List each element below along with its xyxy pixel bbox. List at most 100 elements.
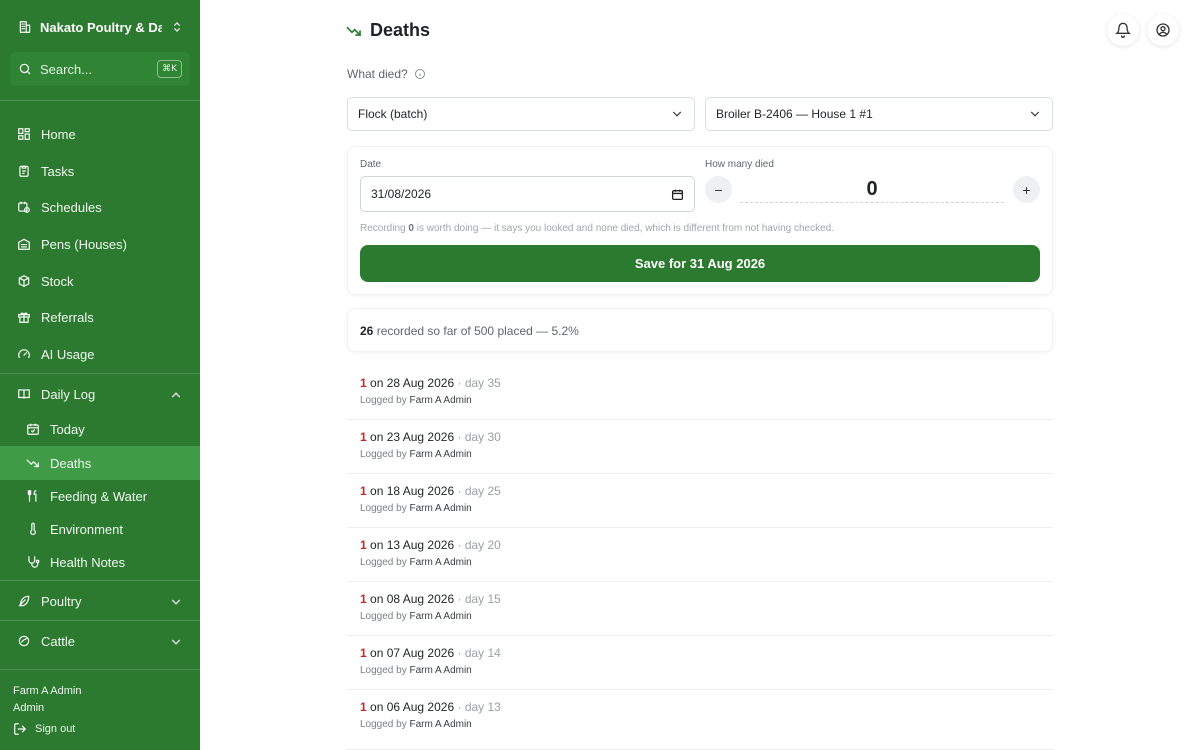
- warehouse-icon: [17, 237, 31, 251]
- record-deaths-form: Date 31/08/2026 How many died − 0 + Reco…: [347, 146, 1053, 295]
- sidebar-item-daily-log[interactable]: Daily Log: [0, 377, 200, 411]
- user-role: Admin: [13, 702, 45, 714]
- entry-date: on 08 Aug 2026: [370, 592, 455, 606]
- list-item[interactable]: 1 on 28 Aug 2026 · day 35 Logged by Farm…: [347, 366, 1053, 420]
- calendar-icon[interactable]: [671, 188, 684, 201]
- entry-date: on 28 Aug 2026: [370, 376, 455, 390]
- logged-by-prefix: Logged by: [360, 665, 407, 676]
- sidebar-item-tasks[interactable]: Tasks: [0, 154, 200, 188]
- summary-count: 26: [360, 324, 374, 338]
- logged-by-prefix: Logged by: [360, 503, 407, 514]
- sidebar-item-label: Pens (Houses): [41, 236, 127, 252]
- sidebar-item-home[interactable]: Home: [0, 117, 200, 151]
- book-icon: [17, 387, 31, 401]
- date-label: Date: [360, 159, 382, 170]
- list-item[interactable]: 1 on 06 Aug 2026 · day 13 Logged by Farm…: [347, 690, 1053, 750]
- death-count: 1: [360, 430, 367, 444]
- current-user: Farm A Admin Admin: [13, 683, 81, 717]
- user-name: Farm A Admin: [13, 685, 82, 697]
- entry-day: day 14: [464, 646, 501, 660]
- sidebar-item-label: Environment: [50, 521, 123, 537]
- sidebar-item-label: Stock: [41, 273, 74, 289]
- sidebar-item-health-notes[interactable]: Health Notes: [0, 545, 200, 579]
- sidebar-item-stock[interactable]: Stock: [0, 264, 200, 298]
- sidebar-item-poultry[interactable]: Poultry: [0, 584, 200, 618]
- sidebar-item-deaths[interactable]: Deaths: [0, 446, 200, 480]
- increment-button[interactable]: +: [1013, 176, 1040, 203]
- sidebar-item-cattle[interactable]: Cattle: [0, 624, 200, 658]
- sign-out-label: Sign out: [35, 723, 76, 735]
- list-item[interactable]: 1 on 07 Aug 2026 · day 14 Logged by Farm…: [347, 636, 1053, 690]
- sidebar-item-referrals[interactable]: Referrals: [0, 300, 200, 334]
- chevron-down-icon: [169, 635, 183, 649]
- sign-out-button[interactable]: Sign out: [13, 722, 75, 736]
- chevron-down-icon: [1028, 107, 1042, 121]
- sidebar-item-label: Daily Log: [41, 386, 96, 402]
- utensils-icon: [26, 489, 40, 503]
- search-bar[interactable]: Search... ⌘K: [10, 52, 190, 86]
- sidebar-item-label: Feeding & Water: [50, 488, 148, 504]
- summary-detail: recorded so far of 500 placed — 5.2%: [376, 324, 579, 338]
- hint-suffix: is worth doing — it says you looked and …: [416, 223, 834, 234]
- notifications-button[interactable]: [1107, 14, 1139, 46]
- trend-down-icon: [346, 23, 362, 39]
- search-placeholder: Search...: [40, 61, 93, 77]
- list-item[interactable]: 1 on 23 Aug 2026 · day 30 Logged by Farm…: [347, 420, 1053, 474]
- entry-day: day 13: [464, 700, 501, 714]
- sidebar-item-label: AI Usage: [41, 346, 95, 362]
- hint-prefix: Recording: [360, 223, 406, 234]
- death-count: 1: [360, 646, 367, 660]
- death-count-input[interactable]: 0: [740, 176, 1004, 203]
- entry-day: day 20: [464, 538, 501, 552]
- subject-type-select[interactable]: Flock (batch): [347, 97, 695, 131]
- entry-date: on 07 Aug 2026: [370, 646, 455, 660]
- sidebar-item-label: Tasks: [41, 163, 75, 179]
- divider: [0, 620, 200, 621]
- entry-date: on 23 Aug 2026: [370, 430, 455, 444]
- entry-day: day 30: [464, 430, 501, 444]
- sidebar-item-pens[interactable]: Pens (Houses): [0, 227, 200, 261]
- logout-icon: [13, 722, 27, 736]
- trend-down-icon: [26, 456, 40, 470]
- sidebar-item-label: Referrals: [41, 309, 94, 325]
- death-count: 1: [360, 376, 367, 390]
- sidebar-item-schedules[interactable]: Schedules: [0, 190, 200, 224]
- entry-day: day 25: [464, 484, 501, 498]
- building-icon: [18, 20, 32, 34]
- death-count: 1: [360, 538, 367, 552]
- home-icon: [17, 127, 31, 141]
- divider: [0, 373, 200, 374]
- sidebar-item-label: Cattle: [41, 633, 75, 649]
- logged-by-user: Farm A Admin: [409, 665, 472, 676]
- count-label: How many died: [705, 159, 774, 170]
- save-button[interactable]: Save for 31 Aug 2026: [360, 245, 1040, 282]
- list-item[interactable]: 1 on 13 Aug 2026 · day 20 Logged by Farm…: [347, 528, 1053, 582]
- sidebar-item-environment[interactable]: Environment: [0, 512, 200, 546]
- sidebar-item-ai-usage[interactable]: AI Usage: [0, 337, 200, 371]
- account-button[interactable]: [1147, 14, 1179, 46]
- page-title: Deaths: [370, 20, 431, 40]
- entry-date: on 18 Aug 2026: [370, 484, 455, 498]
- sidebar-item-today[interactable]: Today: [0, 412, 200, 446]
- zero-hint: Recording 0 is worth doing — it says you…: [360, 223, 834, 234]
- sidebar-item-feeding[interactable]: Feeding & Water: [0, 479, 200, 513]
- sidebar: Nakato Poultry & Da... Search... ⌘K Home…: [0, 0, 200, 750]
- list-item[interactable]: 1 on 08 Aug 2026 · day 15 Logged by Farm…: [347, 582, 1053, 636]
- date-input[interactable]: 31/08/2026: [360, 176, 695, 212]
- decrement-button[interactable]: −: [705, 176, 732, 203]
- logged-by-prefix: Logged by: [360, 611, 407, 622]
- divider: [0, 580, 200, 581]
- batch-select[interactable]: Broiler B-2406 — House 1 #1: [705, 97, 1053, 131]
- clipboard-icon: [17, 164, 31, 178]
- logged-by-prefix: Logged by: [360, 557, 407, 568]
- list-item[interactable]: 1 on 18 Aug 2026 · day 25 Logged by Farm…: [347, 474, 1053, 528]
- entry-day: day 15: [464, 592, 501, 606]
- org-switcher[interactable]: Nakato Poultry & Da...: [12, 10, 190, 44]
- info-icon[interactable]: [414, 68, 426, 80]
- sidebar-item-label: Schedules: [41, 199, 102, 215]
- calendar-clock-icon: [17, 200, 31, 214]
- what-died-text: What died?: [347, 67, 408, 81]
- leaf-icon: [17, 634, 31, 648]
- sidebar-item-label: Today: [50, 421, 85, 437]
- sidebar-item-label: Home: [41, 126, 76, 142]
